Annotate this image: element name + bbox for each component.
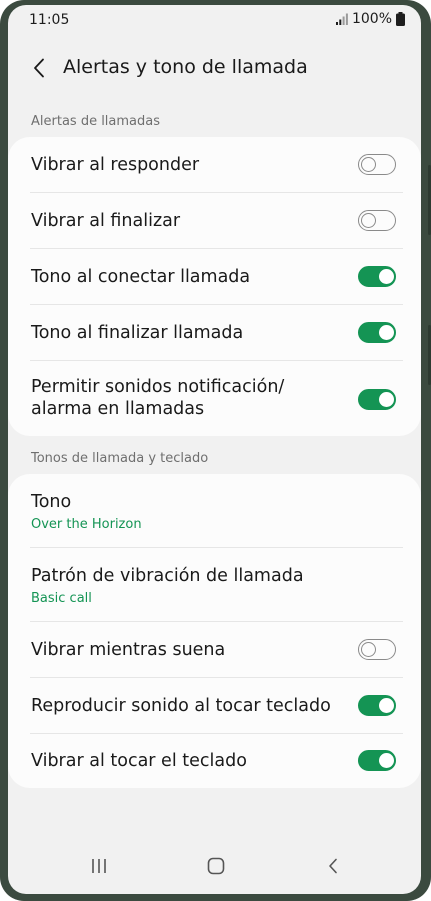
battery-icon [396, 12, 405, 26]
setting-title: Permitir sonidos notificación/ alarma en… [31, 377, 285, 419]
setting-title: Vibrar al finalizar [31, 211, 181, 231]
toggle-tone-on-end[interactable] [358, 322, 396, 343]
setting-title: Tono al conectar llamada [31, 267, 251, 287]
toggle-knob [378, 268, 394, 284]
toggle-knob [360, 641, 376, 657]
signal-icon [335, 13, 348, 25]
setting-title: Patrón de vibración de llamada [31, 566, 304, 586]
toggle-vibrate-on-answer[interactable] [358, 154, 396, 175]
toggle-allow-notification-sounds[interactable] [358, 389, 396, 410]
home-button[interactable] [201, 853, 231, 879]
toggle-knob [360, 212, 376, 228]
status-bar: 11:05 100% [8, 5, 421, 35]
setting-row-ringtone[interactable]: Tono Over the Horizon [8, 474, 421, 548]
setting-title: Tono [31, 492, 72, 512]
setting-value: Basic call [31, 591, 92, 606]
home-icon [207, 857, 225, 875]
screen: 11:05 100% Alertas y tono de llamada Ale… [8, 5, 421, 894]
setting-title: Vibrar al tocar el teclado [31, 751, 247, 771]
back-icon [329, 858, 337, 874]
setting-row-tone-on-connect[interactable]: Tono al conectar llamada [8, 249, 421, 305]
call-alerts-card: Vibrar al responder Vibrar al finalizar … [8, 137, 421, 436]
battery-percentage: 100% [351, 11, 392, 27]
navigation-bar [8, 843, 421, 889]
toggle-tone-on-connect[interactable] [358, 266, 396, 287]
setting-row-tone-on-end[interactable]: Tono al finalizar llamada [8, 305, 421, 361]
setting-value: Over the Horizon [31, 517, 142, 532]
ringtones-keypad-card: Tono Over the Horizon Patrón de vibració… [8, 474, 421, 788]
toggle-knob [378, 324, 394, 340]
toggle-keypad-sound[interactable] [358, 695, 396, 716]
toggle-knob [360, 156, 376, 172]
section-label-ringtones-keypad: Tonos de llamada y teclado [31, 451, 209, 466]
toggle-knob [378, 752, 394, 768]
toggle-knob [378, 697, 394, 713]
setting-row-vibrate-while-ringing[interactable]: Vibrar mientras suena [8, 622, 421, 678]
status-time: 11:05 [29, 12, 70, 28]
setting-title: Reproducir sonido al tocar teclado [31, 696, 331, 716]
toggle-vibrate-on-end[interactable] [358, 210, 396, 231]
recents-button[interactable] [84, 853, 114, 879]
back-arrow-icon [34, 58, 44, 78]
setting-row-allow-notification-sounds[interactable]: Permitir sonidos notificación/ alarma en… [8, 361, 421, 436]
setting-title: Vibrar al responder [31, 155, 200, 175]
status-icons: 100% [335, 11, 405, 27]
nav-back-button[interactable] [318, 853, 348, 879]
toggle-vibrate-while-ringing[interactable] [358, 639, 396, 660]
recents-icon [92, 859, 106, 873]
section-label-call-alerts: Alertas de llamadas [31, 114, 161, 129]
setting-title: Vibrar mientras suena [31, 640, 226, 660]
setting-title: Tono al finalizar llamada [31, 323, 244, 343]
setting-row-vibrate-on-answer[interactable]: Vibrar al responder [8, 137, 421, 193]
app-header: Alertas y tono de llamada [8, 43, 421, 97]
setting-row-keypad-vibrate[interactable]: Vibrar al tocar el teclado [8, 734, 421, 788]
toggle-keypad-vibrate[interactable] [358, 750, 396, 771]
page-title: Alertas y tono de llamada [63, 56, 308, 78]
setting-row-keypad-sound[interactable]: Reproducir sonido al tocar teclado [8, 678, 421, 734]
setting-row-vibrate-on-end[interactable]: Vibrar al finalizar [8, 193, 421, 249]
phone-frame: 11:05 100% Alertas y tono de llamada Ale… [0, 0, 431, 901]
back-button[interactable] [22, 51, 56, 85]
toggle-knob [378, 391, 394, 407]
setting-row-vibration-pattern[interactable]: Patrón de vibración de llamada Basic cal… [8, 548, 421, 622]
